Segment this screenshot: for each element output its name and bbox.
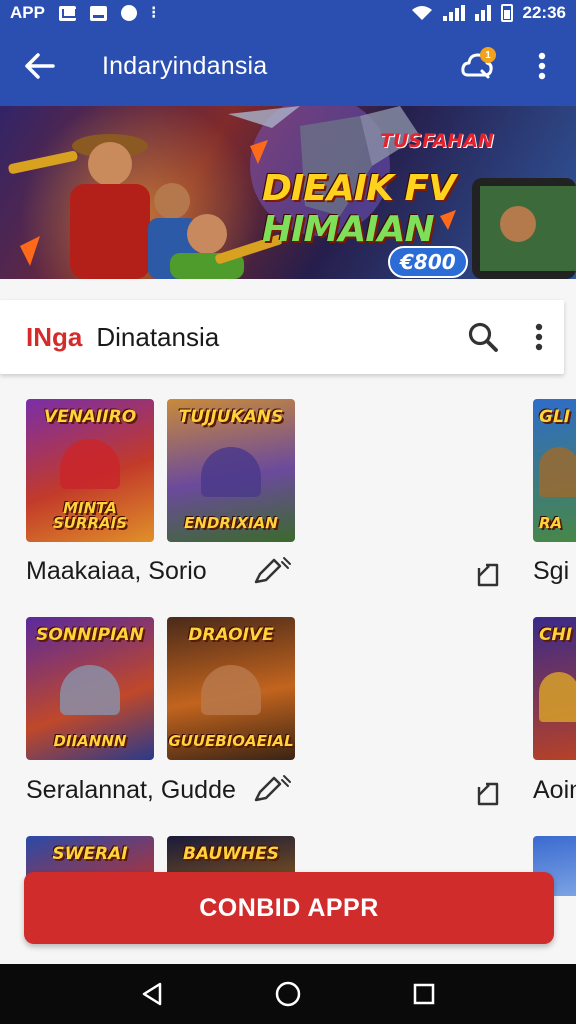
back-button[interactable]: [0, 26, 80, 106]
connect-app-button[interactable]: CONBID APPR: [24, 872, 554, 944]
game-tile-title: CHI: [539, 625, 573, 645]
game-tile-partial[interactable]: CHI: [533, 617, 576, 760]
game-tile[interactable]: TUJJUKANS ENDRIXIAN: [167, 399, 295, 542]
recents-square-icon: [413, 983, 435, 1005]
more-status-icon: ⁝: [150, 3, 157, 22]
game-row-label-partial[interactable]: Sgi: [533, 557, 569, 586]
app-screen: APP ⁝ 22:36 Indaryindansia 1 TUSFAHAN DI…: [0, 0, 576, 1024]
character-art: [539, 672, 576, 723]
notification-badge: 1: [480, 47, 496, 63]
signal-icon: [442, 5, 465, 21]
signal-2-icon: [474, 5, 491, 21]
app-bar: Indaryindansia 1: [0, 26, 576, 106]
game-tile-subtitle: DIIANNN: [53, 732, 127, 751]
system-nav-bar: [0, 964, 576, 1024]
game-tile-title: GLI: [539, 407, 571, 427]
status-app-label: APP: [10, 3, 45, 22]
game-row-label[interactable]: Seralannat, Gudde: [26, 776, 236, 805]
status-time: 22:36: [522, 3, 566, 22]
game-tile[interactable]: SONNIPIAN DIIANNN: [26, 617, 154, 760]
game-tile-title: DRAOIVE: [188, 625, 274, 645]
game-tile-subtitle: ENDRIXIAN: [184, 514, 278, 533]
home-circle-icon: [275, 981, 301, 1007]
open-external-icon[interactable]: [476, 781, 502, 807]
game-row-label-partial[interactable]: Aoin: [533, 776, 576, 805]
more-vert-icon: [535, 323, 543, 351]
open-external-icon[interactable]: [476, 562, 502, 588]
game-tile[interactable]: VENAIIRO MINTA SURRAIS: [26, 399, 154, 542]
game-tile[interactable]: DRAOIVE GUUEBIOAEIAL: [167, 617, 295, 760]
brand-name: INga: [26, 321, 83, 352]
banner-kicker: TUSFAHAN: [380, 130, 494, 152]
app-title: Indaryindansia: [102, 51, 268, 80]
edit-pen-icon[interactable]: [252, 774, 292, 804]
notifications-button[interactable]: 1: [452, 41, 502, 91]
game-tile-title: TUJJUKANS: [178, 407, 284, 427]
mail-icon: [58, 5, 77, 21]
character-art: [201, 664, 261, 715]
overflow-menu-button[interactable]: [520, 41, 564, 91]
more-vert-icon: [538, 52, 546, 80]
banner-title-part2: HIMAIAN: [262, 209, 435, 250]
gallery-icon: [89, 5, 107, 21]
banner-title-part1: DIEAIK FV: [262, 168, 456, 209]
game-tile-title: BAUWHES: [183, 844, 279, 864]
game-tile-subtitle: GUUEBIOAEIAL: [168, 732, 294, 751]
game-tile-title: SONNIPIAN: [36, 625, 144, 645]
notification-dot-icon: [120, 5, 137, 21]
status-bar: APP ⁝ 22:36: [0, 0, 576, 26]
game-tile-subtitle: RA: [539, 514, 563, 533]
game-tile-partial[interactable]: GLI RA: [533, 399, 576, 542]
game-row-label[interactable]: Maakaiaa, Sorio: [26, 557, 207, 586]
promo-banner[interactable]: TUSFAHAN DIEAIK FV HIMAIAN €800: [0, 106, 576, 279]
search-card: INga Dinatansia: [0, 300, 564, 374]
game-tile-title: SWERAI: [52, 844, 128, 864]
battery-icon: [500, 4, 513, 22]
card-overflow-button[interactable]: [522, 312, 556, 362]
banner-title: DIEAIK FV HIMAIAN: [262, 168, 576, 250]
character-art: [60, 664, 120, 715]
search-button[interactable]: [458, 312, 508, 362]
character-art: [60, 438, 120, 489]
search-card-title: Dinatansia: [96, 321, 220, 352]
character-art: [539, 446, 576, 497]
nav-recents-button[interactable]: [399, 969, 449, 1019]
nav-back-button[interactable]: [127, 969, 177, 1019]
search-icon: [468, 322, 498, 352]
game-tile-subtitle: MINTA SURRAIS: [52, 498, 128, 533]
back-triangle-icon: [142, 982, 162, 1006]
character-art: [201, 446, 261, 497]
wifi-icon: [411, 6, 432, 20]
edit-pen-icon[interactable]: [252, 556, 292, 586]
game-tile-title: VENAIIRO: [43, 407, 137, 427]
nav-home-button[interactable]: [263, 969, 313, 1019]
banner-price-badge: €800: [388, 246, 468, 278]
arrow-left-icon: [25, 53, 55, 79]
